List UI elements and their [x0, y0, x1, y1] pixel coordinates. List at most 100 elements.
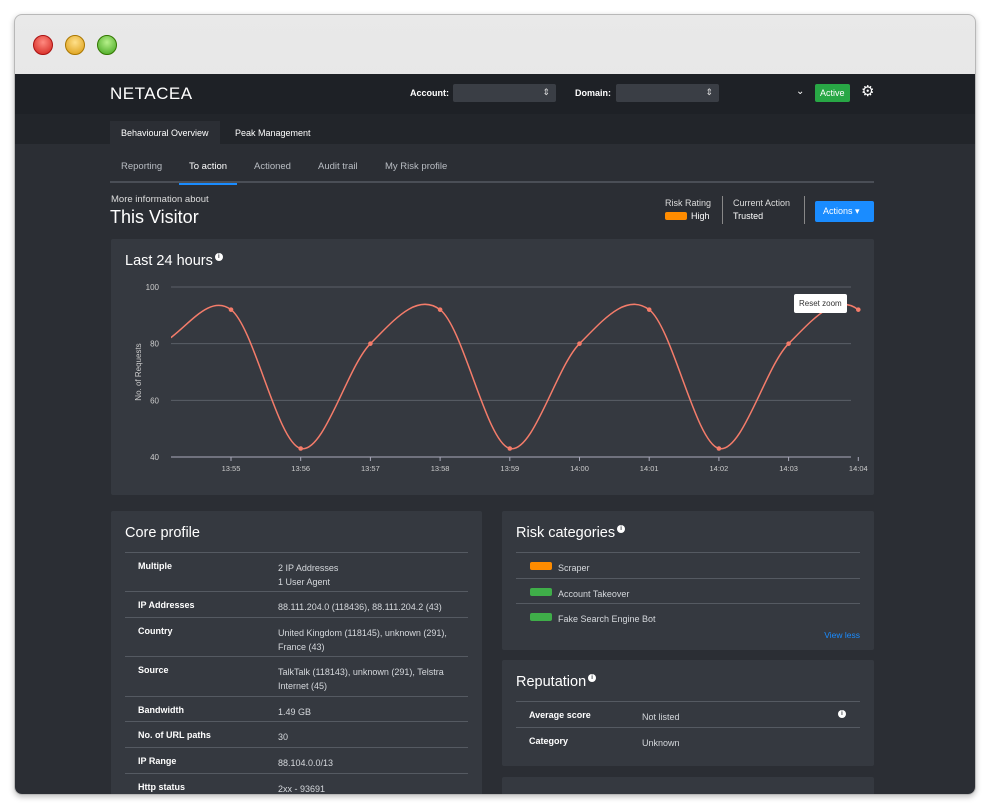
core-profile-card: Core profile Multiple 2 IP Addresses 1 Use… [111, 511, 482, 794]
risk-rating-value: High [691, 211, 710, 221]
row-value: TalkTalk (118143), unknown (291), Telstr… [278, 667, 444, 691]
current-action-label: Current Action [733, 198, 791, 208]
divider [804, 196, 805, 224]
data-point [298, 446, 303, 451]
row-value: 2xx - 93691 [278, 784, 326, 794]
profile-row: Country United Kingdom (118145), unknown … [125, 617, 468, 656]
x-tick-label: 14:03 [779, 464, 798, 473]
info-icon[interactable]: i [838, 710, 846, 718]
risk-categories-title: Risk categories i [516, 525, 626, 541]
y-axis-label: No. of Requests [134, 343, 143, 400]
reputation-card: Reputation i Average score Not listed i Cat… [502, 660, 874, 766]
row-key: IP Addresses [138, 600, 195, 610]
domain-label: Domain: [575, 88, 611, 98]
data-point [368, 341, 373, 346]
series-line [171, 303, 859, 450]
tab-to-action[interactable]: To action [178, 161, 238, 185]
reset-zoom-button[interactable]: Reset zoom [794, 294, 847, 313]
x-tick-label: 13:55 [222, 464, 241, 473]
chevron-down-icon[interactable]: ⌄ [796, 86, 804, 97]
reputation-title: Reputation i [516, 674, 597, 690]
profile-row: Bandwidth 1.49 GB [125, 696, 468, 721]
tab-my-risk-profile[interactable]: My Risk profile [385, 161, 447, 172]
x-tick-label: 13:58 [431, 464, 450, 473]
tab-actioned[interactable]: Actioned [254, 161, 291, 172]
app: NETACEA Account: ⇕ Domain: ⇕ ⌄ Active ⚙ … [15, 74, 975, 794]
risk-swatch [530, 613, 552, 621]
tab-audit-trail[interactable]: Audit trail [318, 161, 358, 172]
page-title: This Visitor [110, 207, 199, 227]
y-tick-label: 40 [150, 453, 159, 462]
risk-category-label: Scraper [558, 563, 590, 573]
risk-category-item: Scraper [516, 552, 860, 577]
account-select[interactable]: ⇕ [453, 84, 556, 102]
top-nav: NETACEA Account: ⇕ Domain: ⇕ ⌄ Active ⚙ [15, 74, 975, 114]
tab-reporting[interactable]: Reporting [121, 161, 162, 172]
data-point [716, 446, 722, 451]
data-point [856, 307, 861, 312]
x-tick-label: 14:04 [849, 464, 868, 473]
status-badge: Active [815, 84, 850, 102]
risk-swatch [665, 212, 687, 220]
chart-card: Last 24 hours i 40 60 80 100 No. of Requests 1… [111, 239, 874, 495]
current-action-value: Trusted [733, 211, 764, 221]
risk-categories-card: Risk categories i Scraper Account Takeover… [502, 511, 874, 650]
profile-row: IP Range 88.104.0.0/13 [125, 747, 468, 773]
tab-peak-management[interactable]: Peak Management [224, 121, 322, 144]
row-value: 30 [278, 732, 289, 742]
x-tick-label: 13:57 [361, 464, 380, 473]
info-icon[interactable]: i [617, 525, 626, 533]
info-icon[interactable]: i [588, 674, 597, 682]
data-point [786, 341, 791, 346]
updown-icon: ⇕ [705, 87, 713, 97]
gear-icon[interactable]: ⚙ [861, 82, 874, 100]
sub-tabs: Reporting To action Actioned Audit trail… [110, 151, 874, 185]
data-point [577, 341, 582, 346]
row-value: 88.111.204.0 (118436), 88.111.204.2 (43) [278, 602, 442, 612]
row-value: Not listed [642, 712, 680, 722]
row-key: Category [529, 736, 569, 746]
x-tick-label: 14:00 [570, 464, 589, 473]
row-value: 1.49 GB [278, 707, 312, 717]
caret-down-icon: ▾ [855, 206, 860, 216]
row-key: Bandwidth [138, 705, 184, 715]
close-window-button[interactable] [33, 35, 53, 55]
actions-button[interactable]: Actions ▾ [815, 201, 874, 222]
row-value: 2 IP Addresses 1 User Agent [278, 563, 339, 587]
actions-button-label: Actions [823, 206, 853, 216]
x-tick-label: 13:59 [500, 464, 519, 473]
minimize-window-button[interactable] [65, 35, 85, 55]
visitor-intro: More information about [111, 194, 209, 205]
profile-row: Multiple 2 IP Addresses 1 User Agent [125, 552, 468, 591]
x-tick-label: 14:01 [640, 464, 659, 473]
data-point [228, 307, 234, 312]
y-tick-label: 80 [150, 340, 159, 349]
data-point [507, 446, 513, 451]
row-value: United Kingdom (118145), unknown (291), … [278, 628, 447, 652]
next-card [502, 777, 874, 794]
row-key: Http status [138, 782, 185, 792]
maximize-window-button[interactable] [97, 35, 117, 55]
x-tick-label: 13:56 [291, 464, 310, 473]
row-value: 88.104.0.0/13 [278, 758, 334, 768]
main-tabs: Behavioural Overview Peak Management [15, 114, 975, 144]
browser-window: NETACEA Account: ⇕ Domain: ⇕ ⌄ Active ⚙ … [14, 14, 976, 795]
tab-behavioural-overview[interactable]: Behavioural Overview [110, 121, 220, 144]
row-value: Unknown [642, 738, 680, 748]
profile-row: Http status 2xx - 93691 [125, 773, 468, 794]
domain-select[interactable]: ⇕ [616, 84, 719, 102]
data-point [437, 307, 443, 312]
account-label: Account: [410, 88, 449, 98]
row-key: IP Range [138, 756, 177, 766]
row-key: Multiple [138, 561, 172, 571]
risk-category-label: Fake Search Engine Bot [558, 614, 656, 624]
line-chart: 40 60 80 100 No. of Requests 13:55 13:56 13:57 1… [134, 283, 868, 473]
risk-rating-label: Risk Rating [665, 198, 712, 208]
risk-swatch [530, 562, 552, 570]
divider [722, 196, 723, 224]
row-key: Average score [529, 710, 591, 720]
row-key: No. of URL paths [138, 730, 211, 740]
view-less-link[interactable]: View less [824, 630, 860, 640]
logo: NETACEA [110, 84, 193, 103]
row-key: Country [138, 626, 173, 636]
